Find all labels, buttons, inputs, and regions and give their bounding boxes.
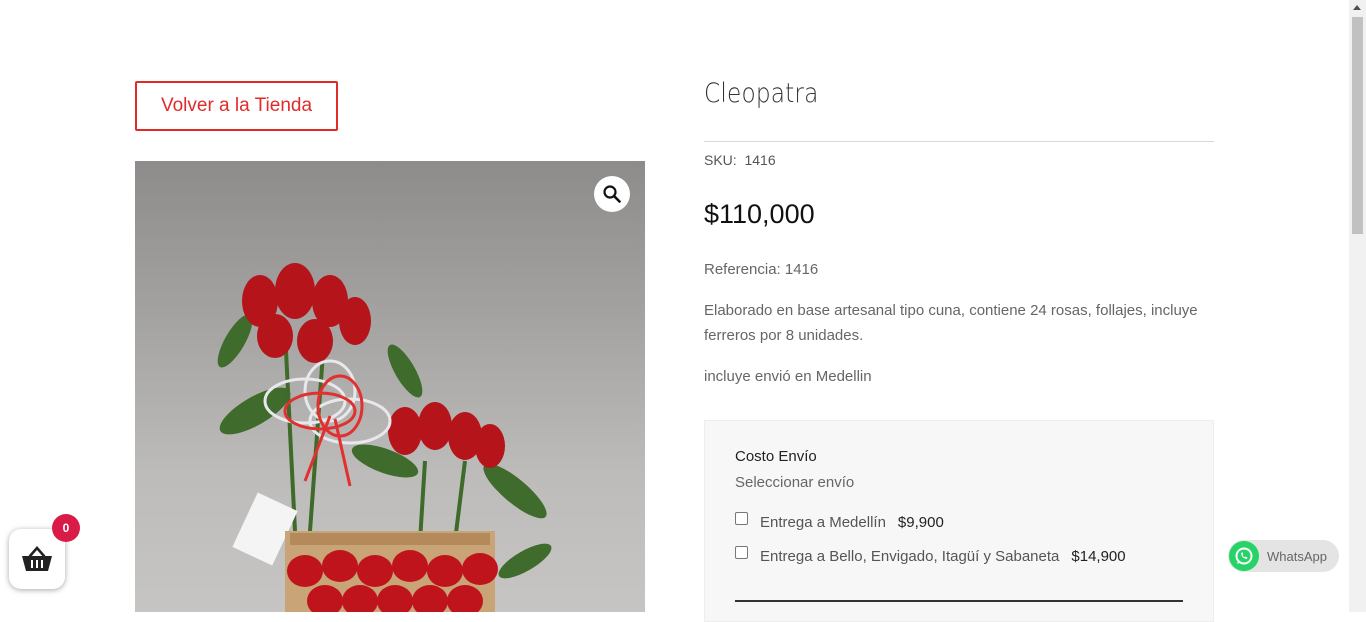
shipping-option-area[interactable]: Entrega a Bello, Envigado, Itagüí y Saba… [735,546,1126,565]
cart-count-badge: 0 [52,514,80,542]
divider [704,141,1214,142]
product-reference: Referencia: 1416 [704,261,819,278]
box-divider [735,600,1183,602]
sku-value: 1416 [744,152,776,168]
shipping-title: Costo Envío [735,448,817,465]
shipping-note: incluye envió en Medellin [704,368,872,385]
zoom-button[interactable] [594,176,630,212]
basket-icon [22,546,52,571]
scrollbar[interactable] [1349,0,1366,612]
product-title: Cleopatra [704,78,819,109]
whatsapp-label: WhatsApp [1267,548,1327,564]
option-label: Entrega a Bello, Envigado, Itagüí y Saba… [760,548,1060,565]
whatsapp-icon [1229,541,1259,571]
scroll-thumb[interactable] [1352,17,1363,234]
checkbox[interactable] [735,546,748,559]
scroll-up-arrow-icon[interactable] [1353,5,1361,10]
shipping-subtitle: Seleccionar envío [735,474,855,491]
option-price: $14,900 [1071,548,1126,565]
shipping-option-medellin[interactable]: Entrega a Medellín $9,900 [735,512,944,531]
search-icon [603,185,621,203]
product-image[interactable] [135,161,645,612]
sku: SKU: 1416 [704,152,776,168]
back-to-shop-button[interactable]: Volver a la Tienda [135,81,338,131]
sku-label: SKU: [704,152,737,168]
checkbox[interactable] [735,512,748,525]
option-label: Entrega a Medellín [760,514,886,531]
whatsapp-button[interactable]: WhatsApp [1228,540,1339,572]
product-description: Elaborado en base artesanal tipo cuna, c… [704,302,1198,344]
product-photo [217,263,552,612]
product-price: $110,000 [704,199,815,229]
option-price: $9,900 [897,514,944,531]
